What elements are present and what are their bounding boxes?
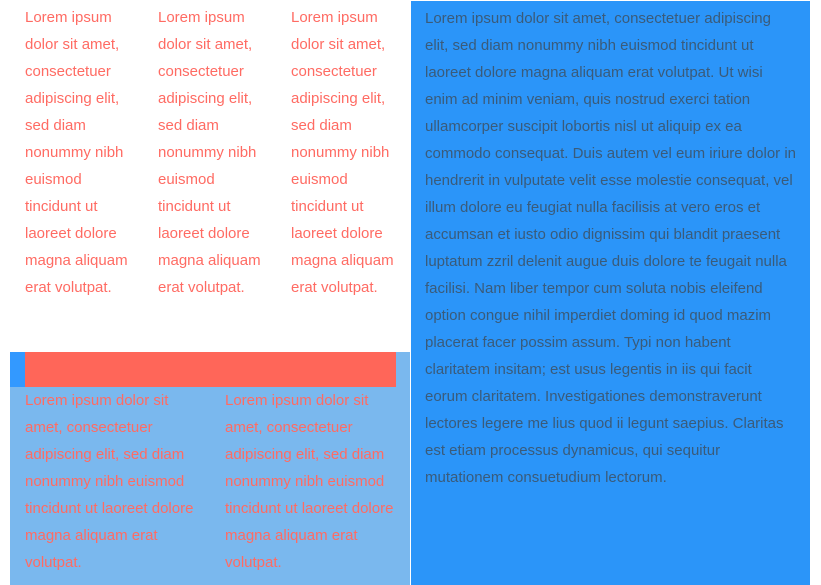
lower-column-two-text: Lorem ipsum dolor sit amet, consectetuer… [225, 392, 394, 571]
right-panel: Lorem ipsum dolor sit amet, consectetuer… [411, 1, 810, 585]
lower-column-one-text: Lorem ipsum dolor sit amet, consectetuer… [25, 392, 194, 571]
right-panel-text: Lorem ipsum dolor sit amet, consectetuer… [425, 10, 797, 486]
column-one-text: Lorem ipsum dolor sit amet, consectetuer… [25, 9, 128, 296]
column-two-text: Lorem ipsum dolor sit amet, consectetuer… [158, 9, 261, 296]
red-band [25, 352, 396, 387]
band-left-edge [10, 352, 25, 387]
two-column-section: Lorem ipsum dolor sit amet, consectetuer… [10, 387, 410, 585]
column-three-text: Lorem ipsum dolor sit amet, consectetuer… [291, 9, 394, 296]
three-column-section: Lorem ipsum dolor sit amet, consectetuer… [10, 0, 410, 352]
band-right-edge [396, 352, 410, 387]
